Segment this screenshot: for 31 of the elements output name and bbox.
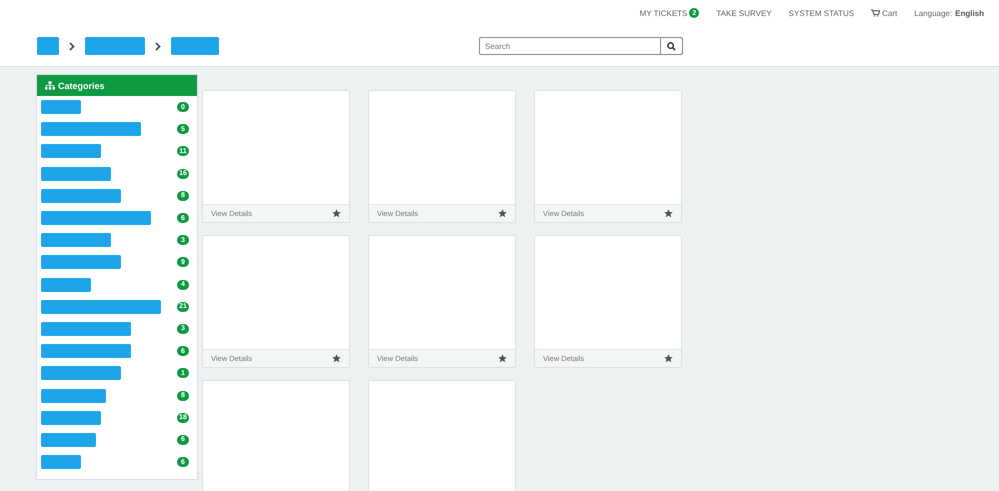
redaction-block [41,278,91,292]
chevron-right-icon [69,42,75,50]
redaction-block [41,166,111,181]
redaction-block [41,100,81,114]
search-button[interactable] [661,37,683,55]
star-icon[interactable] [498,354,507,363]
star-icon[interactable] [332,209,341,218]
sitemap-icon [45,81,55,90]
star-icon[interactable] [664,354,673,363]
redaction-block [41,410,101,425]
redaction-block [85,37,145,55]
redaction-block [41,144,101,158]
redaction-block [41,233,111,248]
search-icon [667,42,676,50]
star-icon[interactable] [332,354,341,363]
redaction-block [41,388,106,403]
cart-link[interactable]: Cart [871,8,898,18]
star-icon[interactable] [664,209,673,218]
categories-title: Categories [58,80,105,90]
redaction-block [41,432,96,447]
chevron-right-icon [155,42,161,50]
nav-link[interactable]: TAKE SURVEY [716,8,772,18]
language-selector[interactable]: English [955,8,984,18]
language-label: Language: [914,8,952,18]
redaction-block [171,37,219,55]
nav-link[interactable]: SYSTEM STATUS [788,8,854,18]
redaction-block [41,455,81,470]
redaction-block [37,37,59,55]
star-icon[interactable] [498,209,507,218]
search-field[interactable]: Search [479,37,661,55]
cart-icon [871,9,880,17]
